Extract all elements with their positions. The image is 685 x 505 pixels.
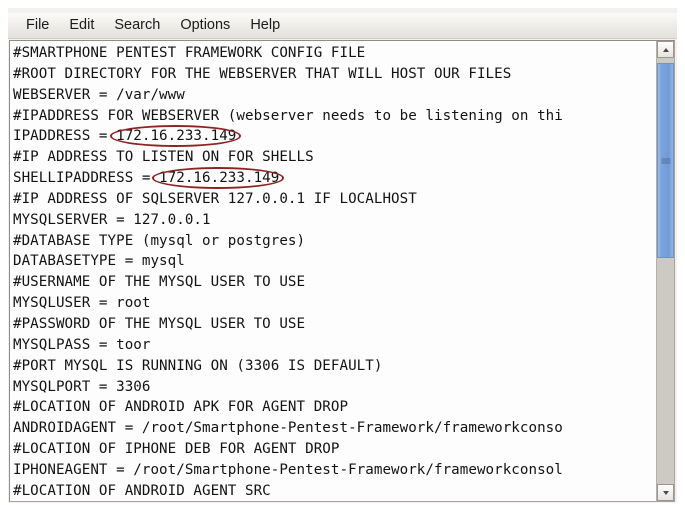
scrollbar-track[interactable] [657,58,674,484]
scrollbar-thumb[interactable] [657,63,674,258]
code-line: MYSQLUSER = root [13,295,151,312]
code-line: #IP ADDRESS TO LISTEN ON FOR SHELLS [13,149,314,166]
menu-options[interactable]: Options [171,14,239,37]
code-line: ANDROIDAGENT = /root/Smartphone-Pentest-… [13,420,563,437]
menu-edit[interactable]: Edit [60,14,103,37]
code-line: #DATABASE TYPE (mysql or postgres) [13,232,306,249]
code-line: WEBSERVER = /var/www [13,86,185,103]
scroll-down-arrow-icon [662,490,669,495]
scrollbar-grip-icon [661,157,670,164]
code-line: #LOCATION OF IPHONE DEB FOR AGENT DROP [13,441,340,458]
editor-frame: #SMARTPHONE PENTEST FRAMEWORK CONFIG FIL… [9,40,675,502]
code-line: MYSQLPORT = 3306 [13,378,151,395]
config-file-text-area[interactable]: #SMARTPHONE PENTEST FRAMEWORK CONFIG FIL… [10,41,656,501]
menu-search[interactable]: Search [105,14,169,37]
menu-help[interactable]: Help [241,14,289,37]
code-line: IPADDRESS = 172.16.233.149 [13,128,237,145]
code-line: #USERNAME OF THE MYSQL USER TO USE [13,274,306,291]
code-line: MYSQLSERVER = 127.0.0.1 [13,211,211,228]
scroll-up-button[interactable] [657,41,674,58]
scroll-up-arrow-icon [662,47,669,52]
code-line: #IPADDRESS FOR WEBSERVER (webserver need… [13,107,563,124]
vertical-scrollbar[interactable] [656,41,674,501]
code-line: #ROOT DIRECTORY FOR THE WEBSERVER THAT W… [13,65,512,82]
code-line: #LOCATION OF ANDROID AGENT SRC [13,482,271,499]
code-line: MYSQLPASS = toor [13,336,151,353]
text-editor-window: File Edit Search Options Help #SMARTPHON… [8,8,677,503]
code-line: #LOCATION OF ANDROID APK FOR AGENT DROP [13,399,349,416]
menu-bar: File Edit Search Options Help [8,13,677,39]
code-line: SHELLIPADDRESS = 172.16.233.149 [13,170,280,187]
code-line: #IP ADDRESS OF SQLSERVER 127.0.0.1 IF LO… [13,190,417,207]
code-line: IPHONEAGENT = /root/Smartphone-Pentest-F… [13,461,563,478]
code-line: #SMARTPHONE PENTEST FRAMEWORK CONFIG FIL… [13,45,366,61]
code-line: #PORT MYSQL IS RUNNING ON (3306 IS DEFAU… [13,357,383,374]
scroll-down-button[interactable] [657,484,674,501]
menu-file[interactable]: File [17,14,58,37]
code-line: #PASSWORD OF THE MYSQL USER TO USE [13,315,306,332]
code-line: DATABASETYPE = mysql [13,253,185,270]
